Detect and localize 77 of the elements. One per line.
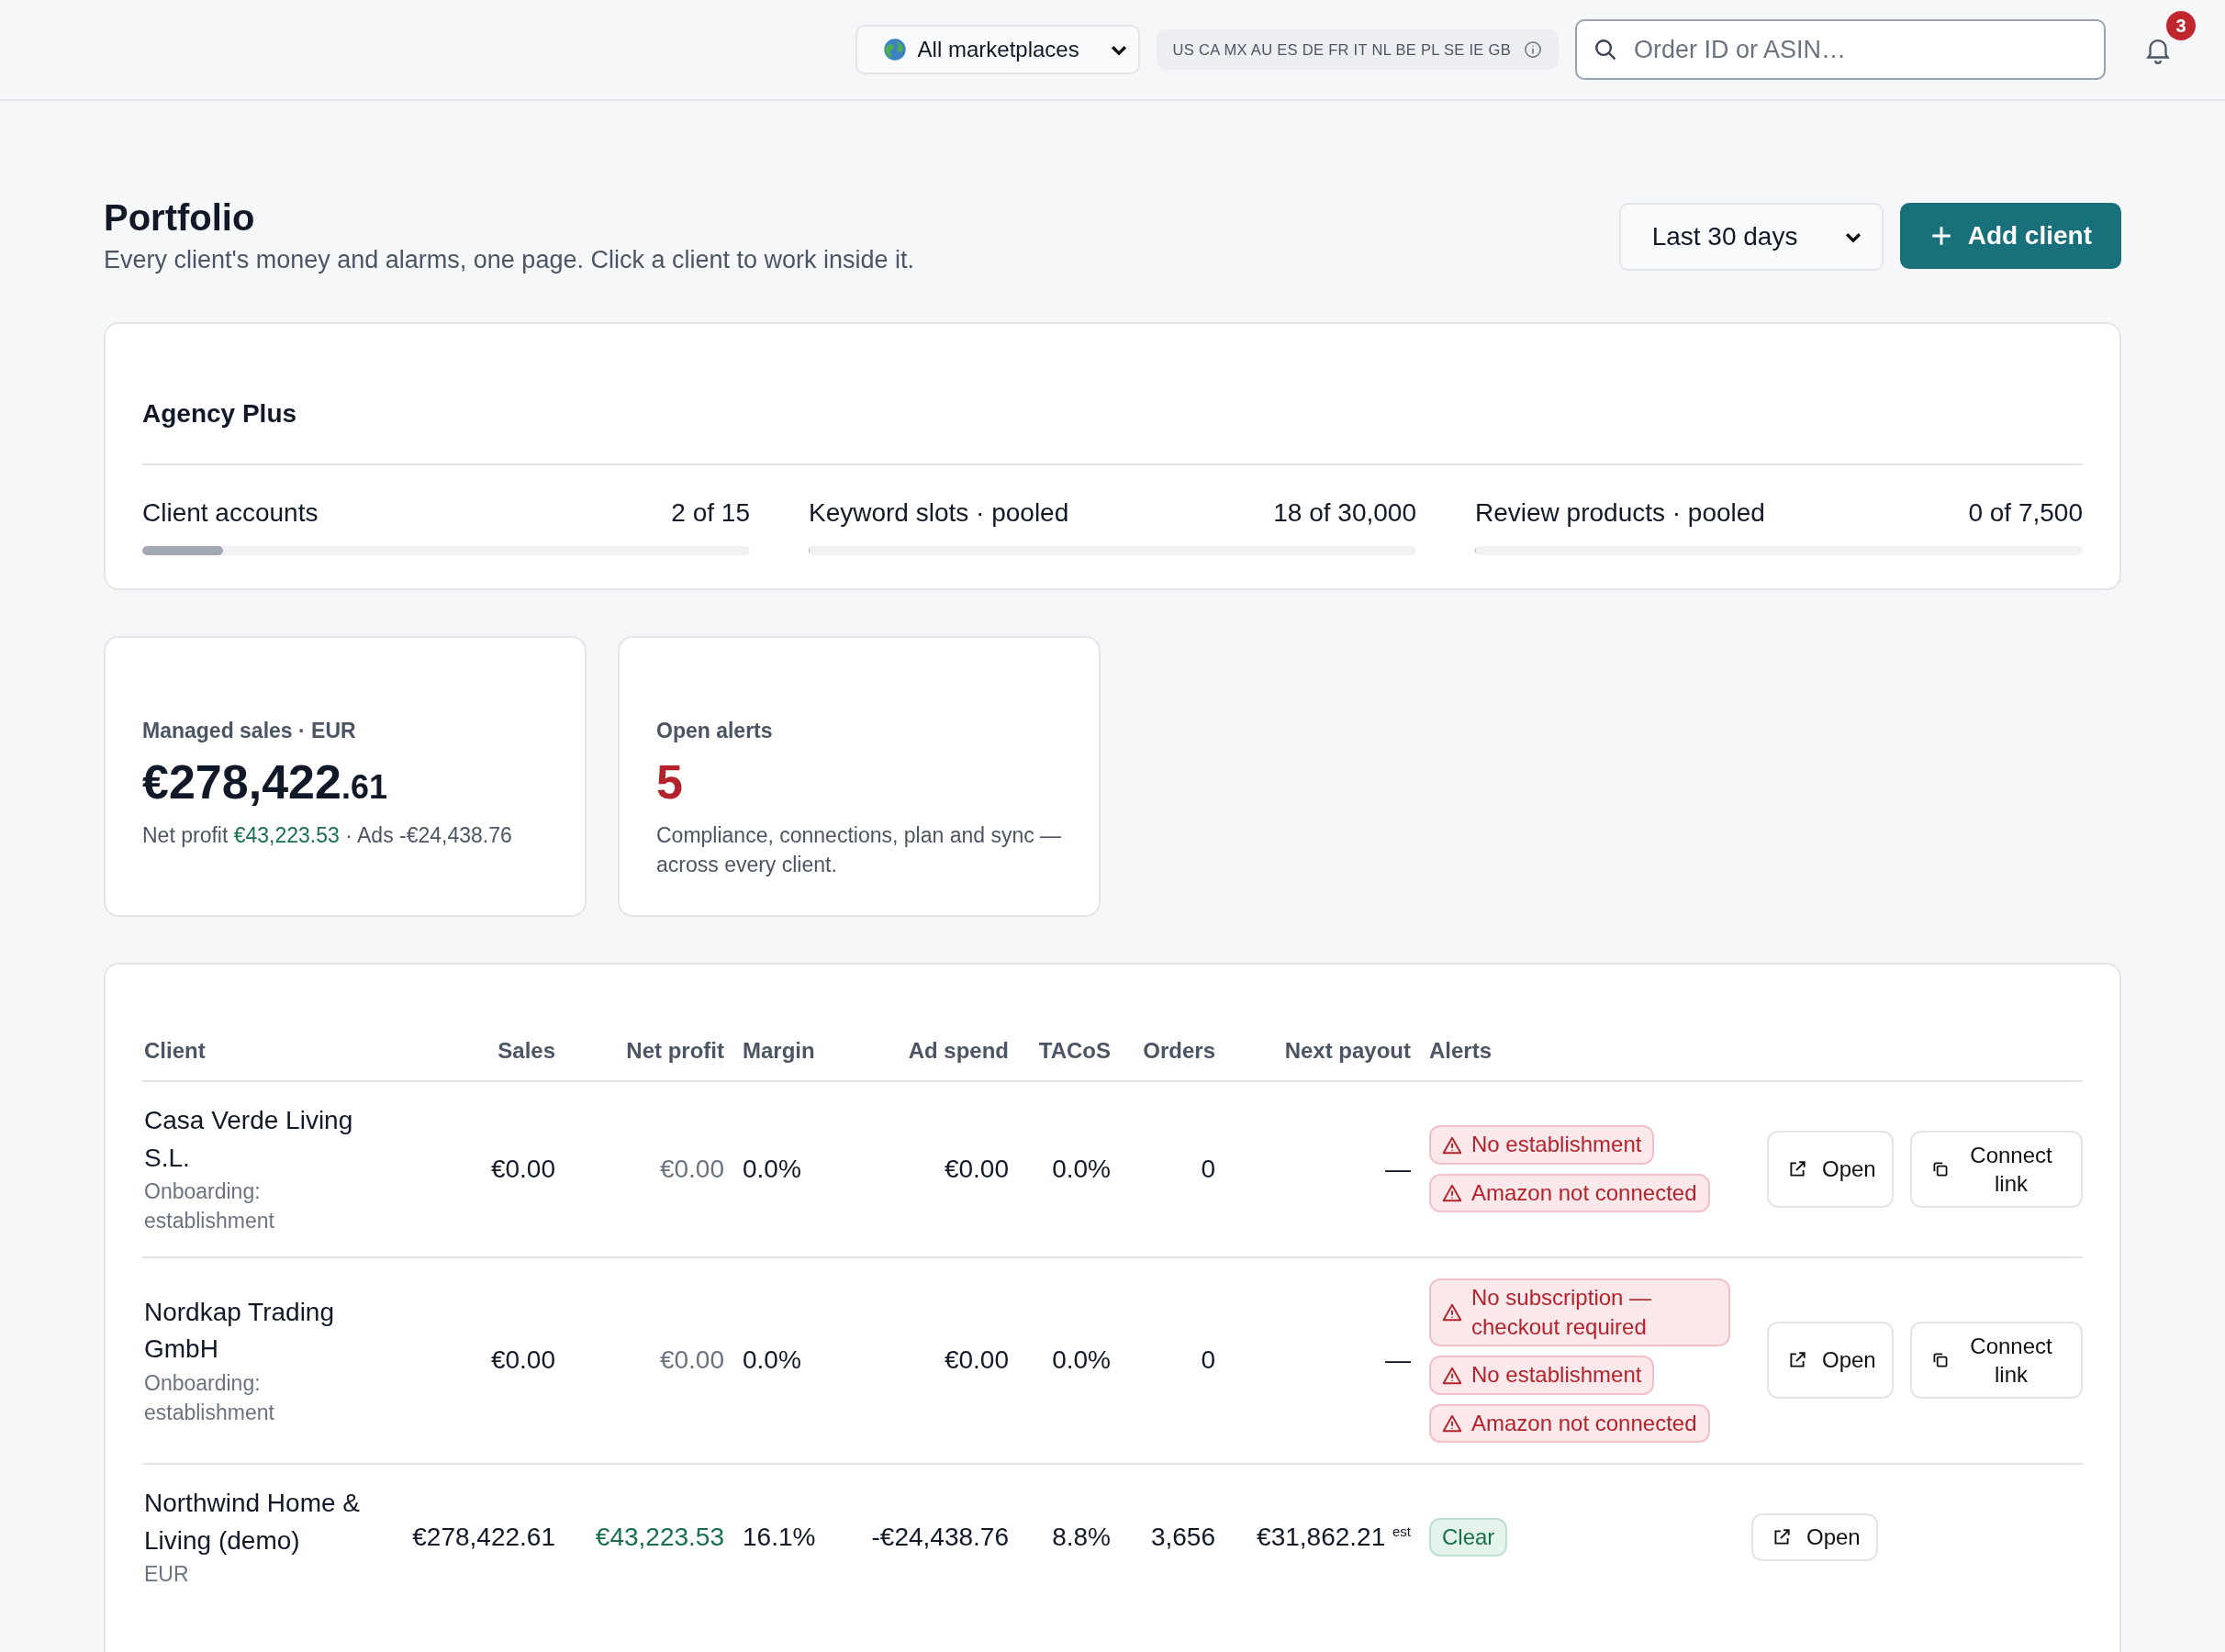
- open-button[interactable]: Open: [1767, 1130, 1894, 1208]
- alert-tag: Clear: [1429, 1517, 1508, 1557]
- warning-icon: [1442, 1182, 1462, 1203]
- kpi-value: €278,422.61: [142, 754, 388, 809]
- alert-tag: Amazon not connected: [1429, 1403, 1710, 1444]
- plan-name: Agency Plus: [142, 399, 2083, 465]
- alert-tag: Amazon not connected: [1429, 1173, 1710, 1213]
- table-cell: 0: [1201, 1345, 1215, 1375]
- kpi-label: Open alerts: [656, 719, 774, 743]
- connect-link-button[interactable]: Connect link: [1910, 1130, 2083, 1208]
- usage-label: Client accounts: [142, 498, 319, 528]
- table-cell: €0.00: [944, 1345, 1009, 1375]
- marketplace-select[interactable]: All marketplaces: [855, 25, 1140, 74]
- client-name[interactable]: Northwind Home & Living (demo): [144, 1485, 394, 1560]
- warning-icon: [1442, 1365, 1462, 1386]
- usage-label: Keyword slots · pooled: [809, 498, 1069, 528]
- client-status: Onboarding: establishment: [144, 1369, 275, 1426]
- table-cell: —: [1385, 1345, 1411, 1375]
- external-link-icon: [1787, 1158, 1807, 1179]
- table-cell: €31,862.21 $^{est}$: [1257, 1522, 1411, 1551]
- table-cell: 0.0%: [743, 1345, 801, 1375]
- alert-tag: No subscription — checkout required: [1429, 1278, 1730, 1347]
- page-title: Portfolio: [104, 197, 256, 239]
- usage-value: 2 of 15: [671, 498, 750, 528]
- table-cell: 0.0%: [743, 1154, 801, 1183]
- table-cell: 8.8%: [1052, 1522, 1111, 1551]
- column-header: Net profit: [555, 1038, 724, 1081]
- client-status: Onboarding: establishment: [144, 1178, 275, 1235]
- kpi-value: 5: [656, 754, 684, 809]
- kpi-note: Compliance, connections, plan and sync — across every client.: [656, 822, 1062, 879]
- warning-icon: [1442, 1134, 1462, 1155]
- table-cell: €0.00: [659, 1154, 724, 1183]
- client-name[interactable]: Nordkap Trading GmbH: [144, 1293, 394, 1368]
- period-select[interactable]: Last 30 days: [1618, 203, 1884, 271]
- column-header: Orders: [1111, 1038, 1215, 1081]
- table-cell: €0.00: [659, 1345, 724, 1375]
- column-header: TACoS: [1009, 1038, 1111, 1081]
- alert-tag: No establishment: [1429, 1125, 1655, 1165]
- table-cell: €0.00: [490, 1154, 555, 1183]
- usage-value: 0 of 7,500: [1968, 498, 2083, 528]
- open-button[interactable]: Open: [1751, 1512, 1878, 1561]
- table-cell: —: [1385, 1154, 1411, 1183]
- column-header: Alerts: [1411, 1038, 1737, 1081]
- table-cell: €43,223.53: [595, 1522, 724, 1551]
- column-header: Sales: [394, 1038, 555, 1081]
- column-header: Margin: [724, 1038, 830, 1081]
- usage-value: 18 of 30,000: [1273, 498, 1416, 528]
- kpi-label: Managed sales · EUR: [142, 719, 357, 743]
- warning-icon: [1442, 1412, 1462, 1434]
- info-icon[interactable]: [1524, 40, 1542, 59]
- notification-count: 3: [2166, 11, 2196, 40]
- alert-tag: No establishment: [1429, 1356, 1655, 1395]
- table-cell: €0.00: [944, 1154, 1009, 1183]
- table-cell: 0: [1201, 1154, 1215, 1183]
- marketplace-codes: US CA MX AU ES DE FR IT NL BE PL SE IE GB: [1172, 40, 1511, 59]
- search-field[interactable]: Order ID or ASIN…: [1575, 19, 2106, 80]
- external-link-icon: [1772, 1526, 1792, 1547]
- connect-link-button[interactable]: Connect link: [1910, 1322, 2083, 1400]
- table-cell: €0.00: [490, 1345, 555, 1375]
- open-button[interactable]: Open: [1767, 1322, 1894, 1400]
- kpi-note: Net profit €43,223.53 · Ads -€24,438.76: [142, 822, 513, 849]
- column-header: Client: [142, 1038, 394, 1081]
- warning-icon: [1442, 1301, 1462, 1323]
- table-cell: 0.0%: [1052, 1345, 1111, 1375]
- page-subtitle: Every client's money and alarms, one page. Click a client to work inside it.: [104, 246, 915, 274]
- client-status: EUR: [144, 1561, 190, 1589]
- table-cell: €278,422.61: [412, 1522, 555, 1551]
- column-header: Ad spend: [830, 1038, 1009, 1081]
- table-cell: 3,656: [1150, 1522, 1215, 1551]
- table-cell: 0.0%: [1052, 1154, 1111, 1183]
- client-name[interactable]: Casa Verde Living S.L.: [144, 1102, 394, 1178]
- table-cell: -€24,438.76: [871, 1522, 1009, 1551]
- usage-label: Review products · pooled: [1475, 498, 1765, 528]
- globe-icon: [882, 38, 907, 61]
- table-cell: 16.1%: [743, 1522, 816, 1551]
- column-header: Next payout: [1215, 1038, 1411, 1081]
- add-client-button[interactable]: Add client: [1899, 203, 2121, 269]
